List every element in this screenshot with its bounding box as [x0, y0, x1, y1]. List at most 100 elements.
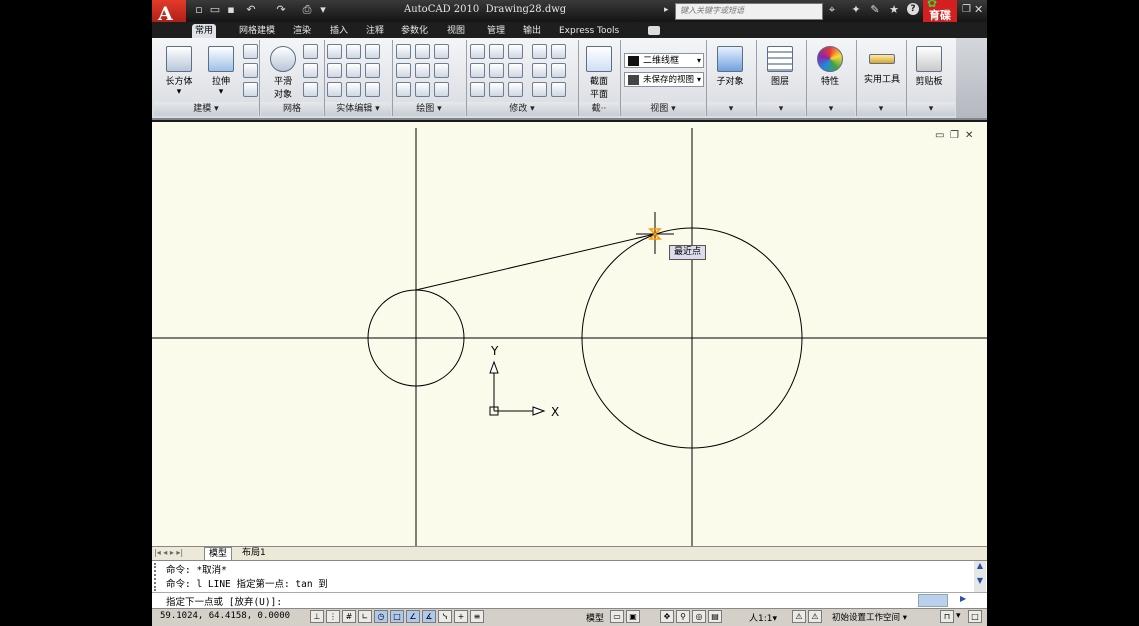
panel-label-modeling[interactable]: 建模 ▾: [154, 102, 258, 116]
steering-wheel-icon[interactable]: ◎: [692, 610, 706, 623]
panel-expand-subobject[interactable]: ▾: [707, 102, 755, 116]
dynamic-input-toggle[interactable]: +: [454, 610, 468, 623]
object-snap-tracking-toggle[interactable]: ∡: [422, 610, 436, 623]
join-icon[interactable]: [551, 82, 566, 97]
search-expand-icon[interactable]: ▸: [664, 3, 674, 18]
rotate3d-icon[interactable]: [489, 44, 504, 59]
open-file-icon[interactable]: ▭: [208, 3, 222, 17]
array-icon[interactable]: [470, 82, 485, 97]
fillet-icon[interactable]: [551, 63, 566, 78]
imprint-icon[interactable]: [365, 63, 380, 78]
panel-label-draw[interactable]: 绘图 ▾: [393, 102, 465, 116]
shell-icon[interactable]: [346, 82, 361, 97]
panel-label-view[interactable]: 视图 ▾: [621, 102, 705, 116]
pan-icon[interactable]: ✥: [660, 610, 674, 623]
scale-icon[interactable]: [532, 44, 547, 59]
box-button[interactable]: 长方体 ▾: [160, 42, 198, 98]
tab-mesh-modeling[interactable]: 网格建模: [236, 24, 278, 38]
move-icon[interactable]: [508, 44, 523, 59]
clipboard-button[interactable]: 剪贴板: [909, 42, 949, 98]
polar-tracking-toggle[interactable]: ◷: [374, 610, 388, 623]
mesh-refine-icon[interactable]: [303, 82, 318, 97]
quick-access-dropdown-icon[interactable]: ▾: [316, 3, 330, 17]
command-grip-icon[interactable]: [154, 563, 164, 591]
tab-output[interactable]: 输出: [520, 24, 544, 38]
help-icon[interactable]: ?: [907, 3, 919, 15]
save-icon[interactable]: ▪: [224, 3, 238, 17]
workspace-switch[interactable]: 初始设置工作空间 ▾: [832, 611, 907, 623]
mesh-smooth-more-icon[interactable]: [303, 44, 318, 59]
properties-button[interactable]: 特性: [810, 42, 850, 98]
align-icon[interactable]: [470, 63, 485, 78]
union-icon[interactable]: [327, 44, 342, 59]
panel-expand-clipboard[interactable]: ▾: [907, 102, 955, 116]
saved-view-combo[interactable]: 未保存的视图 ▾: [624, 72, 704, 87]
polysolid-icon[interactable]: [243, 44, 258, 59]
subobject-button[interactable]: 子对象: [710, 42, 750, 98]
slice-icon[interactable]: [346, 63, 361, 78]
construction-line-icon[interactable]: [415, 63, 430, 78]
section-plane-button[interactable]: 截面 平面: [580, 42, 618, 100]
tab-layout1[interactable]: 布局1: [238, 547, 270, 559]
favorites-star-icon[interactable]: ★: [887, 3, 901, 16]
separate-icon[interactable]: [365, 82, 380, 97]
scroll-right-icon[interactable]: ▶: [960, 594, 966, 603]
spline-icon[interactable]: [396, 63, 411, 78]
viewport-close-icon[interactable]: ✕: [965, 131, 975, 141]
layout-view-icon[interactable]: ▣: [626, 610, 640, 623]
tab-manage[interactable]: 管理: [484, 24, 508, 38]
subtract-icon[interactable]: [346, 44, 361, 59]
tangent-line-rubberband[interactable]: [415, 233, 656, 291]
panel-label-section[interactable]: 截··: [579, 102, 619, 116]
panel-expand-layers[interactable]: ▾: [757, 102, 805, 116]
smooth-object-button[interactable]: 平滑 对象: [264, 42, 302, 100]
panel-label-mesh[interactable]: 网格: [261, 102, 323, 116]
cursor-coordinates[interactable]: 59.1024, 64.4158, 0.0000: [160, 611, 290, 621]
auto-scale-icon[interactable]: ⚠: [808, 610, 822, 623]
lineweight-toggle[interactable]: ≡: [470, 610, 484, 623]
search-input[interactable]: 键入关键字或短语: [675, 3, 823, 20]
infer-constraints-toggle[interactable]: ⊥: [310, 610, 324, 623]
tab-render[interactable]: 渲染: [290, 24, 314, 38]
mesh-smooth-less-icon[interactable]: [303, 63, 318, 78]
snap-mode-toggle[interactable]: ⋮: [326, 610, 340, 623]
polyline-icon[interactable]: [415, 44, 430, 59]
showmotion-icon[interactable]: ▤: [708, 610, 722, 623]
undo-icon[interactable]: ↶: [244, 3, 258, 17]
command-scrollbar[interactable]: ▲ ▼: [974, 561, 986, 592]
erase-icon[interactable]: [532, 82, 547, 97]
new-file-icon[interactable]: ▫: [192, 3, 206, 17]
print-icon[interactable]: ⎙: [300, 3, 314, 17]
object-snap-toggle[interactable]: □: [390, 610, 404, 623]
rectangle-icon[interactable]: [415, 82, 430, 97]
arc-icon[interactable]: [434, 44, 449, 59]
annotation-scale-label[interactable]: 人1:1▾: [749, 611, 777, 624]
scroll-up-icon[interactable]: ▲: [974, 561, 986, 570]
interfere-icon[interactable]: [327, 82, 342, 97]
tab-view[interactable]: 视图: [444, 24, 468, 38]
mirror-icon[interactable]: [470, 44, 485, 59]
annotation-visibility-icon[interactable]: ⚠: [792, 610, 806, 623]
explode-icon[interactable]: [508, 82, 523, 97]
status-menu-icon[interactable]: ▾: [956, 611, 961, 621]
grid-display-toggle[interactable]: #: [342, 610, 356, 623]
presspull-icon[interactable]: [243, 63, 258, 78]
panel-expand-properties[interactable]: ▾: [807, 102, 855, 116]
offset-icon[interactable]: [489, 63, 504, 78]
intersect-icon[interactable]: [327, 63, 342, 78]
drawing-canvas[interactable]: Y X 最近点 ▭ ❐ ✕: [152, 122, 987, 547]
binoculars-icon[interactable]: ⌖: [825, 3, 839, 17]
panel-label-modify[interactable]: 修改 ▾: [467, 102, 577, 116]
drawing-svg[interactable]: Y X: [152, 122, 987, 547]
viewport-minimize-icon[interactable]: ▭: [935, 131, 945, 141]
copy-icon[interactable]: [489, 82, 504, 97]
line-icon[interactable]: [396, 44, 411, 59]
restore-window-icon[interactable]: ❐: [962, 4, 971, 15]
subscription-icon[interactable]: ✦: [849, 3, 863, 16]
trim-icon[interactable]: [551, 44, 566, 59]
clean-screen-icon[interactable]: □: [968, 610, 982, 623]
stretch-icon[interactable]: [532, 63, 547, 78]
model-space-label[interactable]: 模型: [586, 611, 604, 624]
ucs-icon[interactable]: [243, 82, 258, 97]
tab-model[interactable]: 模型: [204, 547, 233, 560]
